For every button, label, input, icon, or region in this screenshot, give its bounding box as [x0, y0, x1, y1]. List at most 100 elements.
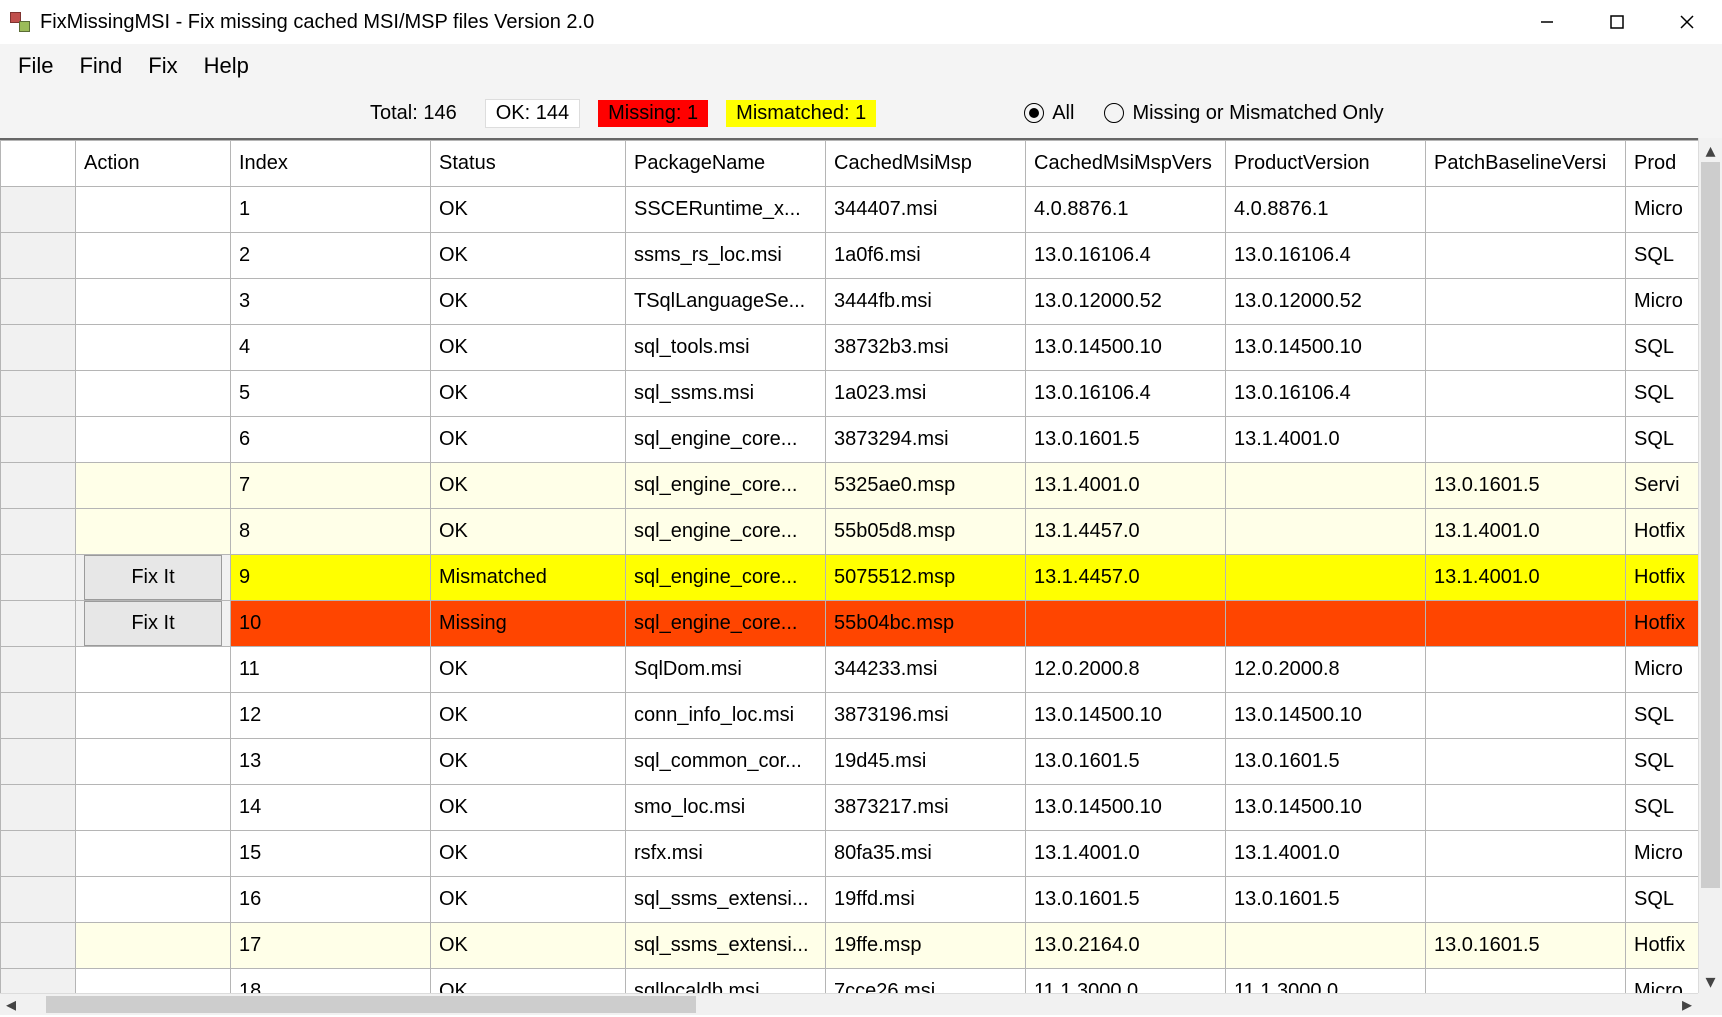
cell-cached-ver[interactable]: 13.0.1601.5 [1026, 877, 1226, 923]
cell-patch-base[interactable]: 13.1.4001.0 [1426, 509, 1626, 555]
cell-cached-ver[interactable]: 13.0.16106.4 [1026, 233, 1226, 279]
cell-product-ver[interactable]: 13.0.12000.52 [1226, 279, 1426, 325]
cell-product[interactable]: Micro [1626, 831, 1701, 877]
cell-package[interactable]: sql_ssms_extensi... [626, 877, 826, 923]
cell-cached[interactable]: 38732b3.msi [826, 325, 1026, 371]
cell-status[interactable]: OK [431, 371, 626, 417]
cell-patch-base[interactable] [1426, 785, 1626, 831]
cell-package[interactable]: sql_tools.msi [626, 325, 826, 371]
cell-package[interactable]: TSqlLanguageSe... [626, 279, 826, 325]
table-row[interactable]: 13OKsql_common_cor...19d45.msi13.0.1601.… [1, 739, 1701, 785]
cell-cached[interactable]: 3873294.msi [826, 417, 1026, 463]
table-row[interactable]: 5OKsql_ssms.msi1a023.msi13.0.16106.413.0… [1, 371, 1701, 417]
cell-status[interactable]: OK [431, 739, 626, 785]
fix-it-button[interactable]: Fix It [84, 601, 222, 646]
row-header[interactable] [1, 325, 76, 371]
row-header[interactable] [1, 233, 76, 279]
cell-patch-base[interactable]: 13.0.1601.5 [1426, 923, 1626, 969]
fix-it-button[interactable]: Fix It [84, 555, 222, 600]
cell-cached-ver[interactable]: 13.0.16106.4 [1026, 371, 1226, 417]
cell-index[interactable]: 3 [231, 279, 431, 325]
cell-cached[interactable]: 344233.msi [826, 647, 1026, 693]
scroll-thumb[interactable] [46, 996, 696, 1013]
cell-cached[interactable]: 3444fb.msi [826, 279, 1026, 325]
cell-cached-ver[interactable]: 13.1.4001.0 [1026, 463, 1226, 509]
cell-status[interactable]: OK [431, 463, 626, 509]
cell-package[interactable]: sqllocaldb.msi [626, 969, 826, 994]
cell-cached-ver[interactable]: 13.0.1601.5 [1026, 739, 1226, 785]
row-header[interactable] [1, 371, 76, 417]
cell-cached-ver[interactable]: 4.0.8876.1 [1026, 187, 1226, 233]
cell-cached-ver[interactable]: 13.0.2164.0 [1026, 923, 1226, 969]
cell-cached-ver[interactable]: 13.0.12000.52 [1026, 279, 1226, 325]
cell-status[interactable]: OK [431, 417, 626, 463]
cell-product-ver[interactable] [1226, 463, 1426, 509]
close-button[interactable] [1652, 0, 1722, 44]
cell-cached[interactable]: 7cce26.msi [826, 969, 1026, 994]
cell-product-ver[interactable] [1226, 555, 1426, 601]
cell-cached-ver[interactable]: 12.0.2000.8 [1026, 647, 1226, 693]
row-header[interactable] [1, 279, 76, 325]
table-row[interactable]: 4OKsql_tools.msi38732b3.msi13.0.14500.10… [1, 325, 1701, 371]
cell-cached[interactable]: 5075512.msp [826, 555, 1026, 601]
cell-product[interactable]: SQL [1626, 739, 1701, 785]
cell-index[interactable]: 8 [231, 509, 431, 555]
cell-cached-ver[interactable]: 13.1.4457.0 [1026, 555, 1226, 601]
table-row[interactable]: 18OKsqllocaldb.msi7cce26.msi11.1.3000.01… [1, 969, 1701, 994]
cell-cached-ver[interactable]: 13.1.4001.0 [1026, 831, 1226, 877]
table-row[interactable]: 17OKsql_ssms_extensi...19ffe.msp13.0.216… [1, 923, 1701, 969]
cell-cached[interactable]: 1a0f6.msi [826, 233, 1026, 279]
minimize-button[interactable] [1512, 0, 1582, 44]
cell-index[interactable]: 16 [231, 877, 431, 923]
cell-patch-base[interactable] [1426, 877, 1626, 923]
cell-cached-ver[interactable] [1026, 601, 1226, 647]
table-row[interactable]: 2OKssms_rs_loc.msi1a0f6.msi13.0.16106.41… [1, 233, 1701, 279]
cell-package[interactable]: sql_engine_core... [626, 463, 826, 509]
cell-patch-base[interactable] [1426, 233, 1626, 279]
action-cell[interactable]: Fix It [76, 601, 231, 647]
cell-patch-base[interactable] [1426, 647, 1626, 693]
menu-help[interactable]: Help [204, 53, 249, 79]
cell-product-ver[interactable]: 4.0.8876.1 [1226, 187, 1426, 233]
menu-fix[interactable]: Fix [148, 53, 177, 79]
cell-product-ver[interactable]: 13.1.4001.0 [1226, 831, 1426, 877]
row-header[interactable] [1, 417, 76, 463]
table-row[interactable]: 7OKsql_engine_core...5325ae0.msp13.1.400… [1, 463, 1701, 509]
scroll-right-icon[interactable]: ▸ [1676, 994, 1698, 1015]
table-row[interactable]: Fix It9Mismatchedsql_engine_core...50755… [1, 555, 1701, 601]
cell-package[interactable]: conn_info_loc.msi [626, 693, 826, 739]
table-row[interactable]: 15OKrsfx.msi80fa35.msi13.1.4001.013.1.40… [1, 831, 1701, 877]
table-row[interactable]: 12OKconn_info_loc.msi3873196.msi13.0.145… [1, 693, 1701, 739]
cell-product[interactable]: Micro [1626, 647, 1701, 693]
cell-status[interactable]: OK [431, 831, 626, 877]
cell-index[interactable]: 9 [231, 555, 431, 601]
cell-product[interactable]: Micro [1626, 187, 1701, 233]
cell-patch-base[interactable] [1426, 739, 1626, 785]
cell-package[interactable]: sql_engine_core... [626, 601, 826, 647]
cell-product-ver[interactable]: 13.0.16106.4 [1226, 371, 1426, 417]
cell-package[interactable]: SSCERuntime_x... [626, 187, 826, 233]
col-action[interactable]: Action [76, 141, 231, 187]
cell-cached-ver[interactable]: 13.0.1601.5 [1026, 417, 1226, 463]
scroll-thumb[interactable] [1701, 162, 1720, 888]
cell-product-ver[interactable]: 13.0.14500.10 [1226, 785, 1426, 831]
cell-product-ver[interactable]: 11.1.3000.0 [1226, 969, 1426, 994]
table-row[interactable]: 16OKsql_ssms_extensi...19ffd.msi13.0.160… [1, 877, 1701, 923]
row-header[interactable] [1, 187, 76, 233]
cell-index[interactable]: 4 [231, 325, 431, 371]
cell-cached[interactable]: 1a023.msi [826, 371, 1026, 417]
col-cached-ver[interactable]: CachedMsiMspVers [1026, 141, 1226, 187]
cell-product[interactable]: SQL [1626, 877, 1701, 923]
cell-package[interactable]: sql_engine_core... [626, 417, 826, 463]
cell-product[interactable]: SQL [1626, 233, 1701, 279]
cell-patch-base[interactable]: 13.0.1601.5 [1426, 463, 1626, 509]
cell-patch-base[interactable] [1426, 969, 1626, 994]
cell-product-ver[interactable] [1226, 923, 1426, 969]
col-index[interactable]: Index [231, 141, 431, 187]
cell-cached[interactable]: 19ffe.msp [826, 923, 1026, 969]
cell-product-ver[interactable]: 12.0.2000.8 [1226, 647, 1426, 693]
cell-status[interactable]: Missing [431, 601, 626, 647]
cell-product-ver[interactable] [1226, 601, 1426, 647]
scroll-down-icon[interactable]: ▾ [1699, 969, 1722, 993]
cell-status[interactable]: OK [431, 785, 626, 831]
